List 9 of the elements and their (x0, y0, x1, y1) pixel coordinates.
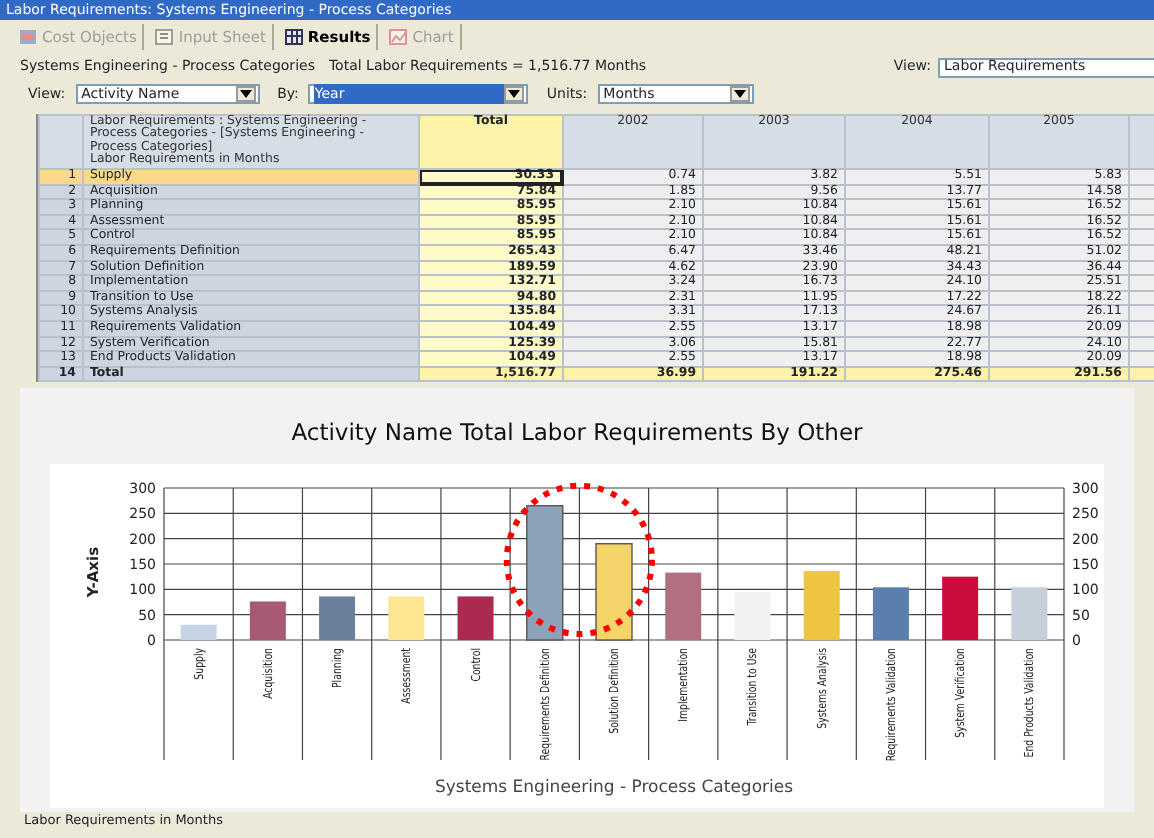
x-axis-title: Systems Engineering - Process Categories (434, 778, 794, 799)
dropdown-arrow-icon[interactable] (235, 86, 256, 102)
chart-title: Activity Name Total Labor Requirements By Other (291, 418, 863, 447)
dropdown-arrow-icon[interactable] (729, 86, 750, 102)
sheet-icon (154, 28, 175, 46)
grid-icon (283, 28, 304, 46)
dropdown-arrow-icon[interactable] (504, 86, 525, 102)
line-chart-icon (388, 28, 409, 46)
cube-icon (18, 28, 38, 46)
